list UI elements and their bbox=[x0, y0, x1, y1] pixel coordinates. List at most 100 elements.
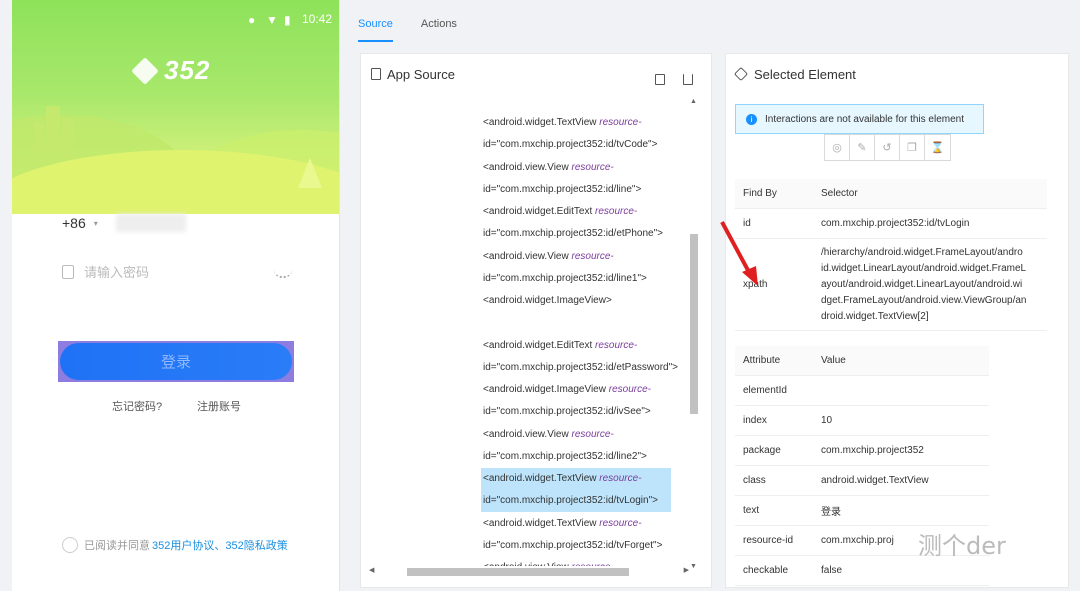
node-tag: <android.widget.ImageView bbox=[483, 384, 606, 395]
attribute-row: package com.mxchip.project352 bbox=[735, 436, 989, 466]
tree-node[interactable]: <android.view.View resource-id="com.mxch… bbox=[483, 157, 687, 201]
register-link[interactable]: 注册账号 bbox=[197, 398, 241, 414]
node-attr-name: resource- bbox=[599, 517, 642, 529]
tap-icon[interactable]: ◎ bbox=[825, 135, 850, 160]
tree-node[interactable]: <android.view.View resource- bbox=[483, 557, 687, 566]
info-icon: i bbox=[746, 113, 757, 125]
scroll-down-icon[interactable]: ▼ bbox=[690, 563, 697, 570]
app-logo: 352 bbox=[131, 55, 210, 86]
node-tag: <android.widget.TextView bbox=[483, 517, 597, 529]
status-bar: ● ▼ ▮ 10:42 bbox=[248, 12, 332, 27]
node-attr-name: resource- bbox=[571, 428, 614, 440]
source-actions bbox=[655, 74, 693, 85]
source-tree[interactable]: <android.widget.TextView resource-id="co… bbox=[361, 96, 687, 566]
chevron-down-icon[interactable]: ▾ bbox=[94, 219, 98, 228]
agree-prefix: 已阅读并同意 bbox=[84, 540, 150, 552]
attribute-name: index bbox=[743, 415, 767, 426]
node-attr-name: resource- bbox=[595, 339, 638, 351]
attribute-name: resource-id bbox=[743, 535, 794, 546]
login-button[interactable]: 登录 bbox=[58, 341, 294, 382]
node-attr-name: resource- bbox=[599, 117, 642, 128]
find-by-row-xpath: xpath /hierarchy/android.widget.FrameLay… bbox=[735, 239, 1047, 331]
building bbox=[62, 118, 74, 156]
scroll-thumb-horizontal[interactable] bbox=[407, 568, 629, 576]
find-by-row-id: id com.mxchip.project352:id/tvLogin bbox=[735, 209, 1047, 239]
timing-icon[interactable]: ⌛ bbox=[925, 135, 950, 160]
tree-node[interactable]: <android.widget.EditText resource-id="co… bbox=[483, 201, 687, 245]
copy-attributes-icon[interactable]: ❐ bbox=[900, 135, 925, 160]
find-by-header: Find By bbox=[743, 188, 777, 199]
attribute-header: Attribute bbox=[743, 355, 781, 366]
annotation-arrow bbox=[720, 221, 758, 286]
agreement-row[interactable]: 已阅读并同意 352用户协议、352隐私政策 bbox=[62, 537, 288, 553]
tree-node[interactable]: <android.widget.TextView resource-id="co… bbox=[483, 513, 687, 557]
tree-node[interactable]: <android.widget.ImageView resource-id="c… bbox=[483, 379, 687, 423]
scroll-up-icon[interactable]: ▲ bbox=[690, 98, 697, 105]
download-icon[interactable] bbox=[683, 74, 693, 85]
find-by-id-value: com.mxchip.project352:id/tvLogin bbox=[821, 218, 970, 229]
tree-node[interactable]: <android.widget.ImageView> bbox=[483, 290, 687, 312]
tree-node[interactable]: <android.view.View resource-id="com.mxch… bbox=[483, 246, 687, 290]
node-attr-name: resource- bbox=[571, 161, 614, 173]
tree-node[interactable]: <android.widget.TextView resource-id="co… bbox=[483, 112, 687, 156]
tab-source[interactable]: Source bbox=[358, 18, 393, 42]
attribute-header-row: Attribute Value bbox=[735, 346, 989, 376]
attribute-value: com.mxchip.proj bbox=[821, 535, 894, 546]
logo-icon bbox=[131, 56, 159, 85]
tag-icon bbox=[733, 66, 749, 82]
node-tag: <android.widget.EditText bbox=[483, 339, 593, 351]
find-by-table: Find By Selector id com.mxchip.project35… bbox=[735, 179, 1047, 331]
node-attr-name: resource- bbox=[571, 250, 614, 262]
tree-node-selected[interactable]: <android.widget.TextView resource-id="co… bbox=[481, 468, 671, 512]
selected-element-header: Selected Element bbox=[726, 54, 1068, 94]
tree-node-partial[interactable] bbox=[483, 96, 687, 100]
horizontal-scrollbar[interactable]: ◀ ▶ bbox=[369, 566, 689, 578]
copy-icon[interactable] bbox=[655, 74, 665, 85]
xpath-line: id.widget.LinearLayout/android.widget.Fr… bbox=[821, 262, 1027, 274]
scroll-right-icon[interactable]: ▶ bbox=[684, 566, 689, 574]
eye-icon[interactable] bbox=[274, 270, 292, 278]
lock-icon bbox=[62, 264, 74, 279]
scroll-thumb[interactable] bbox=[690, 234, 698, 414]
node-attr-value: id="com.mxchip.project352:id/line1"> bbox=[483, 272, 647, 284]
login-button-label: 登录 bbox=[60, 343, 292, 380]
inspector-tabs: Source Actions bbox=[358, 18, 457, 42]
attribute-name: class bbox=[743, 475, 766, 486]
attribute-name: checkable bbox=[743, 565, 789, 576]
country-code[interactable]: +86 bbox=[62, 215, 86, 231]
device-screenshot[interactable]: ● ▼ ▮ 10:42 352 +86 ▾ 请输入密码 登录 忘记密码? 注册账… bbox=[12, 0, 340, 591]
tree-node[interactable]: <android.widget.EditText resource-id="co… bbox=[483, 335, 687, 379]
building bbox=[46, 106, 60, 156]
send-keys-icon[interactable]: ✎ bbox=[850, 135, 875, 160]
watermark: 测个der bbox=[918, 532, 1006, 560]
vertical-scrollbar[interactable]: ▲ ▼ bbox=[689, 96, 699, 570]
node-tag: <android.view.View bbox=[483, 428, 569, 440]
node-attr-name: resource- bbox=[608, 384, 651, 395]
xpath-line: /hierarchy/android.widget.FrameLayout/an… bbox=[821, 246, 1023, 258]
tree-node[interactable]: <android.view.View resource-id="com.mxch… bbox=[483, 424, 687, 468]
value-header: Value bbox=[821, 355, 846, 366]
attribute-value: android.widget.TextView bbox=[821, 475, 929, 486]
node-attr-name: resource- bbox=[595, 206, 638, 217]
phone-input-row[interactable]: +86 ▾ bbox=[62, 214, 186, 232]
scroll-left-icon[interactable]: ◀ bbox=[369, 566, 374, 574]
password-row[interactable]: 请输入密码 bbox=[62, 262, 149, 281]
wifi-icon: ▼ bbox=[265, 13, 278, 27]
node-attr-value: id="com.mxchip.project352:id/tvLogin"> bbox=[483, 495, 658, 506]
attribute-value: 10 bbox=[821, 415, 833, 426]
forgot-password-link[interactable]: 忘记密码? bbox=[112, 398, 162, 414]
tab-actions[interactable]: Actions bbox=[421, 18, 457, 42]
attribute-name: text bbox=[743, 505, 760, 516]
agreement-links[interactable]: 352用户协议、352隐私政策 bbox=[152, 537, 288, 553]
xpath-line: ayout/android.widget.LinearLayout/androi… bbox=[821, 278, 1023, 290]
node-tag: <android.widget.TextView bbox=[483, 473, 597, 484]
agree-checkbox[interactable] bbox=[62, 537, 78, 553]
attribute-value: com.mxchip.project352 bbox=[821, 445, 924, 456]
node-attr-value: id="com.mxchip.project352:id/etPassword"… bbox=[483, 361, 678, 373]
selected-element-panel: Selected Element i Interactions are not … bbox=[725, 53, 1069, 588]
attribute-value: 登录 bbox=[821, 507, 841, 518]
clear-icon[interactable]: ↺ bbox=[875, 135, 900, 160]
file-icon bbox=[371, 68, 381, 80]
password-input[interactable]: 请输入密码 bbox=[84, 262, 149, 281]
phone-number-field[interactable] bbox=[115, 214, 186, 232]
